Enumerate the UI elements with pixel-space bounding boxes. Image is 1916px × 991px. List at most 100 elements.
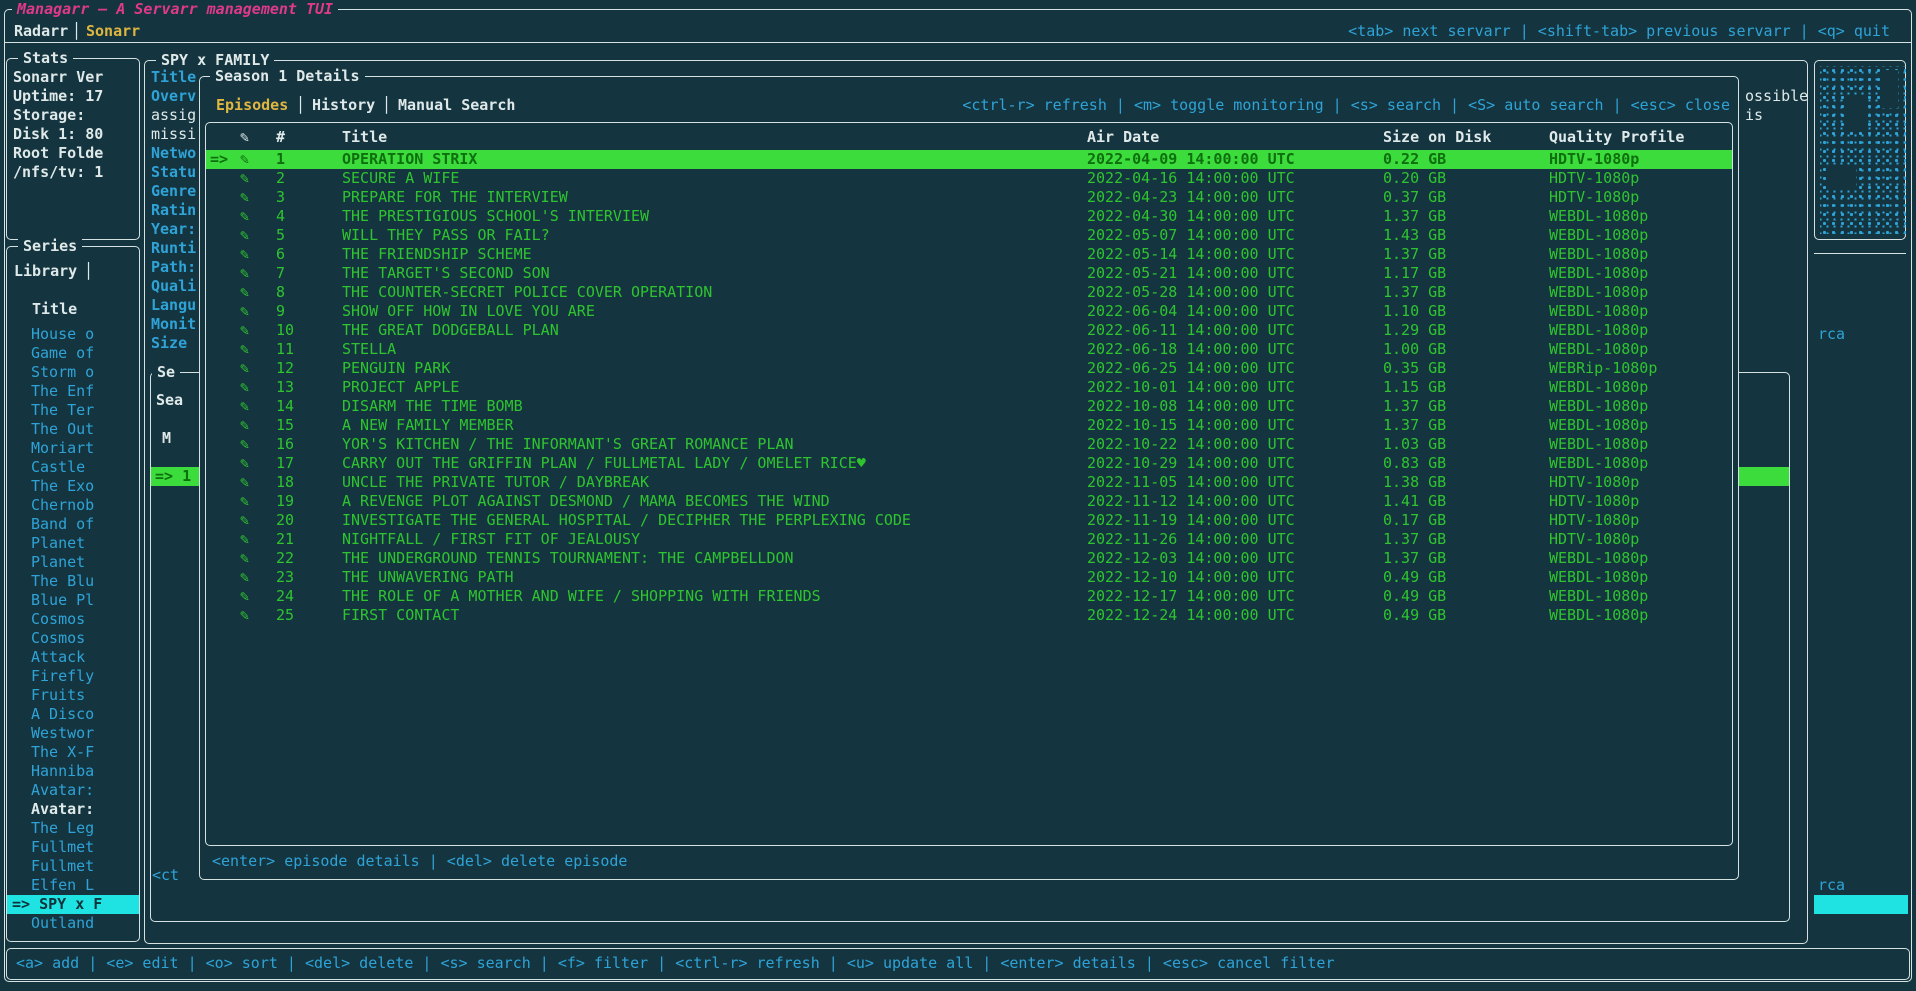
series-item[interactable]: The X-F [12, 743, 139, 762]
episode-air-date: 2022-10-08 14:00:00 UTC [1087, 397, 1295, 416]
episode-number: 21 [276, 530, 294, 549]
episode-row[interactable]: ✎22THE UNDERGROUND TENNIS TOURNAMENT: TH… [206, 549, 1732, 568]
series-item[interactable]: Fullmet [12, 857, 139, 876]
tab-separator: │ [72, 22, 81, 41]
episode-quality: WEBDL-1080p [1549, 245, 1648, 264]
episode-row[interactable]: ✎6THE FRIENDSHIP SCHEME2022-05-14 14:00:… [206, 245, 1732, 264]
episode-row[interactable]: ✎21NIGHTFALL / FIRST FIT OF JEALOUSY2022… [206, 530, 1732, 549]
episode-row[interactable]: =>✎1OPERATION STRIX2022-04-09 14:00:00 U… [206, 150, 1732, 169]
episode-row[interactable]: ✎3PREPARE FOR THE INTERVIEW2022-04-23 14… [206, 188, 1732, 207]
series-item[interactable]: House o [12, 325, 139, 344]
episode-number: 1 [276, 150, 285, 169]
tab-episodes[interactable]: Episodes [216, 96, 288, 115]
series-item[interactable]: Planet [12, 553, 139, 572]
episode-size: 1.10 GB [1383, 302, 1446, 321]
episodes-header-quality: Quality Profile [1549, 128, 1684, 147]
episode-title: STELLA [342, 340, 396, 359]
episode-title: THE UNDERGROUND TENNIS TOURNAMENT: THE C… [342, 549, 794, 568]
episode-row[interactable]: ✎5WILL THEY PASS OR FAIL?2022-05-07 14:0… [206, 226, 1732, 245]
episode-row[interactable]: ✎9SHOW OFF HOW IN LOVE YOU ARE2022-06-04… [206, 302, 1732, 321]
series-item[interactable]: Avatar: [12, 800, 139, 819]
series-item-selected[interactable]: => SPY x F [7, 895, 139, 914]
episode-row[interactable]: ✎20INVESTIGATE THE GENERAL HOSPITAL / DE… [206, 511, 1732, 530]
series-item[interactable]: Cosmos [12, 629, 139, 648]
series-field-label: Overv [151, 87, 198, 106]
episode-row[interactable]: ✎8THE COUNTER-SECRET POLICE COVER OPERAT… [206, 283, 1732, 302]
episode-quality: WEBDL-1080p [1549, 568, 1648, 587]
series-item[interactable]: The Out [12, 420, 139, 439]
series-item[interactable]: Firefly [12, 667, 139, 686]
series-item[interactable]: The Leg [12, 819, 139, 838]
stats-line: Uptime: 17 [13, 87, 135, 106]
episode-row[interactable]: ✎18UNCLE THE PRIVATE TUTOR / DAYBREAK202… [206, 473, 1732, 492]
edit-pencil-icon: ✎ [240, 207, 249, 226]
series-item[interactable]: Cosmos [12, 610, 139, 629]
episode-quality: WEBDL-1080p [1549, 283, 1648, 302]
series-item[interactable]: The Exo [12, 477, 139, 496]
episode-quality: WEBDL-1080p [1549, 549, 1648, 568]
series-item[interactable]: Chernob [12, 496, 139, 515]
episode-number: 22 [276, 549, 294, 568]
episode-size: 1.43 GB [1383, 226, 1446, 245]
series-item[interactable]: Planet [12, 534, 139, 553]
episode-air-date: 2022-12-10 14:00:00 UTC [1087, 568, 1295, 587]
episode-row[interactable]: ✎16YOR'S KITCHEN / THE INFORMANT'S GREAT… [206, 435, 1732, 454]
season-tab-separator: │ [382, 96, 391, 115]
episode-title: THE ROLE OF A MOTHER AND WIFE / SHOPPING… [342, 587, 821, 606]
episodes-header-edit-icon: ✎ [240, 128, 249, 147]
episode-air-date: 2022-06-18 14:00:00 UTC [1087, 340, 1295, 359]
overview-text-fragment: is [1745, 106, 1763, 125]
episode-row[interactable]: ✎25FIRST CONTACT2022-12-24 14:00:00 UTC0… [206, 606, 1732, 625]
episode-row[interactable]: ✎24THE ROLE OF A MOTHER AND WIFE / SHOPP… [206, 587, 1732, 606]
edit-pencil-icon: ✎ [240, 511, 249, 530]
seasons-column-header-fragment: Sea [156, 391, 183, 410]
episode-air-date: 2022-04-16 14:00:00 UTC [1087, 169, 1295, 188]
series-item[interactable]: Elfen L [12, 876, 139, 895]
series-item[interactable]: The Ter [12, 401, 139, 420]
episode-title: PREPARE FOR THE INTERVIEW [342, 188, 568, 207]
episode-row[interactable]: ✎19A REVENGE PLOT AGAINST DESMOND / MAMA… [206, 492, 1732, 511]
episode-size: 0.37 GB [1383, 188, 1446, 207]
poster-art-gap [1882, 70, 1898, 108]
series-item[interactable]: Outland [12, 914, 139, 933]
episode-air-date: 2022-04-23 14:00:00 UTC [1087, 188, 1295, 207]
series-item[interactable]: Attack [12, 648, 139, 667]
episode-row[interactable]: ✎15A NEW FAMILY MEMBER2022-10-15 14:00:0… [206, 416, 1732, 435]
episode-row[interactable]: ✎12PENGUIN PARK2022-06-25 14:00:00 UTC0.… [206, 359, 1732, 378]
tab-history[interactable]: History [312, 96, 375, 115]
episode-air-date: 2022-11-05 14:00:00 UTC [1087, 473, 1295, 492]
tab-manual-search[interactable]: Manual Search [398, 96, 515, 115]
episode-row[interactable]: ✎13PROJECT APPLE2022-10-01 14:00:00 UTC1… [206, 378, 1732, 397]
episode-row[interactable]: ✎11STELLA2022-06-18 14:00:00 UTC1.00 GBW… [206, 340, 1732, 359]
series-field-label: Path: [151, 258, 198, 277]
stats-line: Storage: [13, 106, 135, 125]
series-item[interactable]: Westwor [12, 724, 139, 743]
tab-library[interactable]: Library [14, 262, 77, 281]
episode-row[interactable]: ✎7THE TARGET'S SECOND SON2022-05-21 14:0… [206, 264, 1732, 283]
episode-row[interactable]: ✎14DISARM THE TIME BOMB2022-10-08 14:00:… [206, 397, 1732, 416]
series-item[interactable]: Castle [12, 458, 139, 477]
series-item[interactable]: Moriart [12, 439, 139, 458]
series-item[interactable]: Hanniba [12, 762, 139, 781]
episode-row[interactable]: ✎23THE UNWAVERING PATH2022-12-10 14:00:0… [206, 568, 1732, 587]
series-item[interactable]: Blue Pl [12, 591, 139, 610]
episode-row[interactable]: ✎17CARRY OUT THE GRIFFIN PLAN / FULLMETA… [206, 454, 1732, 473]
series-item[interactable]: The Enf [12, 382, 139, 401]
stats-line: Root Folde [13, 144, 135, 163]
series-item[interactable]: Storm o [12, 363, 139, 382]
tab-radarr[interactable]: Radarr [14, 22, 68, 41]
series-item[interactable]: Band of [12, 515, 139, 534]
seasons-selected-row-label: => 1 [151, 467, 191, 485]
series-item[interactable]: Fullmet [12, 838, 139, 857]
series-item[interactable]: A Disco [12, 705, 139, 724]
episode-row[interactable]: ✎10THE GREAT DODGEBALL PLAN2022-06-11 14… [206, 321, 1732, 340]
tab-sonarr[interactable]: Sonarr [86, 22, 140, 41]
series-item[interactable]: The Blu [12, 572, 139, 591]
episode-quality: WEBDL-1080p [1549, 416, 1648, 435]
episode-row[interactable]: ✎4THE PRESTIGIOUS SCHOOL'S INTERVIEW2022… [206, 207, 1732, 226]
episode-air-date: 2022-12-24 14:00:00 UTC [1087, 606, 1295, 625]
series-item[interactable]: Game of [12, 344, 139, 363]
episode-row[interactable]: ✎2SECURE A WIFE2022-04-16 14:00:00 UTC0.… [206, 169, 1732, 188]
series-item[interactable]: Fruits [12, 686, 139, 705]
series-item[interactable]: Avatar: [12, 781, 139, 800]
